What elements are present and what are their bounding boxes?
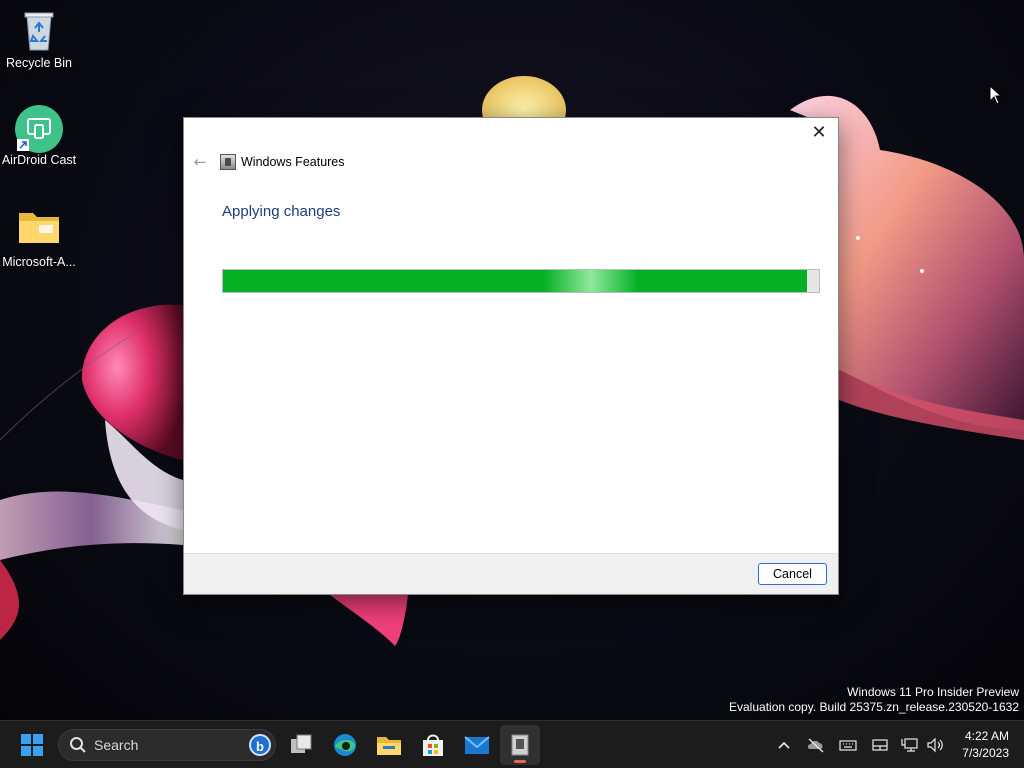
windows-logo-icon [21, 734, 43, 756]
watermark-line2: Evaluation copy. Build 25375.zn_release.… [729, 700, 1019, 714]
taskbar-mail[interactable] [457, 725, 497, 765]
close-button[interactable]: ✕ [806, 122, 832, 144]
cloud-offline-icon [807, 738, 824, 753]
microsoft-store-icon [423, 734, 443, 756]
desktop-icon-label: Recycle Bin [6, 56, 72, 70]
active-app-indicator [514, 760, 526, 763]
onedrive-tray-button[interactable] [806, 735, 826, 755]
edge-icon [334, 734, 356, 756]
watermark-line1: Windows 11 Pro Insider Preview [847, 685, 1019, 699]
network-icon [901, 738, 918, 752]
search-placeholder: Search [94, 737, 139, 753]
bing-icon[interactable]: b [249, 734, 271, 756]
desktop-icon-microsoft-folder[interactable]: Microsoft-A... [0, 207, 79, 269]
task-view-icon [291, 734, 312, 753]
network-tray-button[interactable] [901, 735, 921, 755]
taskbar-windows-features[interactable] [500, 725, 540, 765]
taskbar-task-view[interactable] [281, 725, 321, 765]
windows-features-icon [511, 734, 529, 756]
desktop-icon-label: Microsoft-A... [2, 255, 76, 269]
back-arrow-icon: ← [193, 153, 207, 171]
dialog-footer: Cancel [184, 553, 838, 594]
desktop-icon-recycle-bin[interactable]: Recycle Bin [0, 8, 79, 70]
clock-time: 4:22 AM [964, 729, 1009, 743]
clock-date: 7/3/2023 [962, 746, 1009, 760]
mail-icon [464, 736, 490, 754]
dialog-title: Windows Features [241, 155, 345, 169]
display-icon [872, 739, 888, 751]
mouse-cursor-icon [989, 84, 1003, 109]
windows-features-dialog: ✕ ← Windows Features Applying changes Ca… [183, 117, 839, 595]
close-icon: ✕ [811, 122, 827, 143]
airdroid-cast-icon [15, 105, 63, 153]
taskbar-file-explorer[interactable] [369, 725, 409, 765]
speaker-icon [927, 737, 943, 753]
back-button[interactable]: ← [190, 152, 210, 172]
chevron-up-icon [778, 741, 790, 749]
taskbar-edge[interactable] [325, 725, 365, 765]
search-icon [70, 737, 86, 753]
show-hidden-icons-button[interactable] [774, 735, 794, 755]
evaluation-watermark: Windows 11 Pro Insider Preview Evaluatio… [729, 685, 1019, 715]
taskbar-clock[interactable]: 4:22 AM 7/3/2023 [962, 728, 1009, 762]
desktop-icon-label: AirDroid Cast [1, 153, 77, 167]
taskbar-search[interactable]: Search b [58, 729, 276, 761]
cancel-button[interactable]: Cancel [758, 563, 827, 585]
volume-tray-button[interactable] [925, 735, 945, 755]
start-button[interactable] [12, 725, 52, 765]
taskbar: Search b 4:22 AM 7/3/2023 [0, 720, 1024, 768]
recycle-bin-icon [17, 8, 61, 52]
windows-features-icon [220, 154, 236, 170]
progress-bar [222, 269, 820, 293]
keyboard-icon [839, 740, 857, 751]
taskbar-microsoft-store[interactable] [413, 725, 453, 765]
display-tray-button[interactable] [870, 735, 890, 755]
input-indicator-button[interactable] [838, 735, 858, 755]
file-explorer-icon [377, 737, 401, 755]
status-heading: Applying changes [222, 203, 341, 220]
progress-bar-fill [223, 270, 808, 292]
folder-icon [17, 207, 61, 251]
desktop-icon-airdroid-cast[interactable]: AirDroid Cast [0, 105, 79, 167]
